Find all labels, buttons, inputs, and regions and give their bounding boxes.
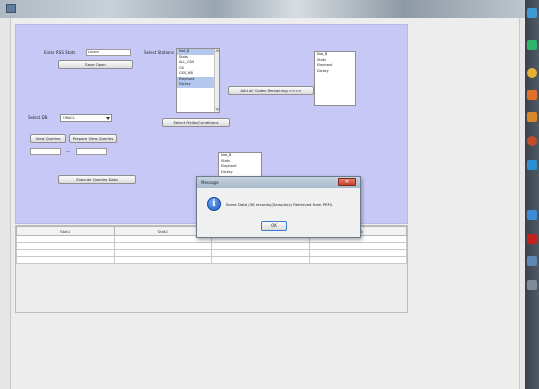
media-icon[interactable] [527, 90, 537, 100]
table-row[interactable] [16, 256, 407, 264]
stations-list[interactable]: Nat_B Stats ALL_GSS GS GSS_NB Elephant D… [176, 48, 220, 113]
globe-icon[interactable] [527, 40, 537, 50]
db-combo-value: ORACL [63, 116, 75, 120]
monitor-icon[interactable] [527, 256, 537, 266]
load-button[interactable]: Save Open [58, 60, 133, 69]
list-item[interactable]: Dickey [219, 170, 261, 176]
column-header[interactable]: Stat1 [16, 226, 115, 236]
add-codes-button[interactable]: Add all Codes Remaining >>>> [228, 86, 314, 95]
pdf-icon[interactable] [527, 234, 537, 244]
system-icon[interactable] [527, 280, 537, 290]
clock-icon[interactable] [527, 8, 537, 18]
range-separator: — [66, 149, 70, 154]
app-icon [6, 4, 16, 13]
network-icon[interactable] [527, 136, 537, 146]
settings-icon[interactable] [527, 210, 537, 220]
shield-icon[interactable] [527, 160, 537, 170]
selected-codes-list[interactable]: Nat_B Stats Elephant Dickey [314, 51, 356, 106]
scrollbar[interactable] [214, 49, 219, 112]
table-row[interactable] [16, 242, 407, 250]
table-row[interactable] [16, 249, 407, 257]
message-dialog: Message ✕ i Some Data (36 records)(Sampl… [196, 176, 361, 238]
db-combo[interactable]: ORACL [60, 114, 112, 122]
select-label: Select Stations [144, 50, 174, 55]
select-fields-button[interactable]: Select Fields/Conditions [162, 118, 230, 127]
dialog-titlebar[interactable]: Message ✕ [197, 177, 360, 188]
close-icon[interactable]: ✕ [338, 178, 356, 186]
list-item[interactable]: Dickey [315, 69, 355, 75]
enter-field[interactable]: Lorem [86, 49, 131, 56]
dialog-message: Some Data (36 records)(Sample(s) Retriev… [226, 202, 333, 207]
window-titlebar[interactable] [0, 0, 539, 18]
query-label: Select DB [28, 115, 48, 120]
view-queries-button[interactable]: View Queries [30, 134, 66, 143]
enter-label: Enter RSS Stats [44, 50, 76, 55]
taskbar [525, 0, 539, 389]
range-start-field[interactable] [30, 148, 61, 155]
folder-icon[interactable] [527, 112, 537, 122]
results-table-container: Stat1 Stat2 Stat3 Stat4 [15, 225, 408, 313]
dialog-title: Message [201, 180, 219, 185]
chevron-down-icon[interactable] [106, 117, 110, 120]
chrome-icon[interactable] [527, 68, 537, 78]
info-icon: i [207, 197, 221, 211]
range-end-field[interactable] [76, 148, 107, 155]
execute-button[interactable]: Execute Queries Data [58, 175, 136, 184]
prepare-queries-button[interactable]: Prepare View Queries [69, 134, 117, 143]
list-item[interactable]: Dickey [177, 82, 219, 88]
ok-button[interactable]: OK [261, 221, 287, 231]
